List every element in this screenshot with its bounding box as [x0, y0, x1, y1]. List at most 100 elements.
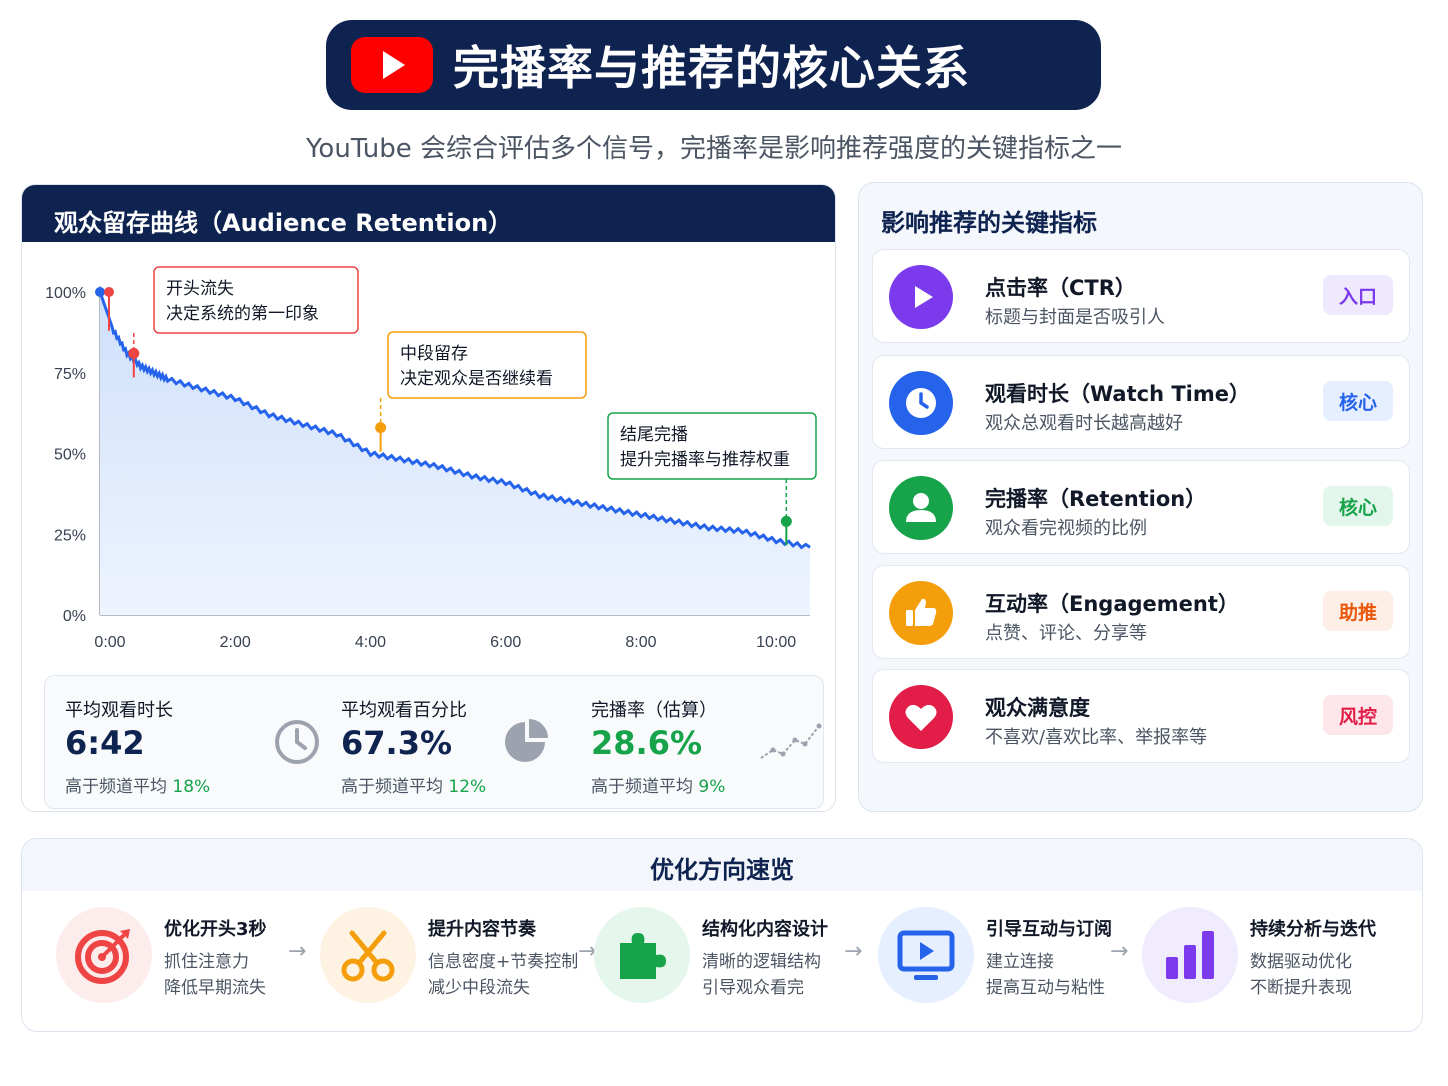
step-line: 清晰的逻辑结构 [702, 952, 821, 972]
metric-title: 点击率（CTR） [985, 276, 1136, 300]
metric-desc: 点赞、评论、分享等 [985, 623, 1147, 644]
stat-value: 67.3% [341, 724, 453, 762]
metric-badge: 助推 [1323, 591, 1393, 631]
y-tick-label: 0% [63, 608, 86, 625]
step-continuous-iteration: 持续分析与迭代 数据驱动优化 不断提升表现 [1142, 907, 1412, 1007]
stat-completion-rate: 完播率（估算） 28.6% 高于频道平均 9% [591, 676, 822, 810]
retention-panel: 观众留存曲线（Audience Retention） 0% 25% 50% 75% 10… [21, 184, 836, 812]
y-tick-label: 100% [45, 285, 86, 302]
step-line: 降低早期流失 [164, 978, 266, 998]
metrics-panel-title: 影响推荐的关键指标 [881, 209, 1097, 237]
stats-box: 平均观看时长 6:42 高于频道平均 18% 平均观看百分比 67.3% 高于频… [44, 675, 824, 809]
step-line: 不断提升表现 [1250, 978, 1352, 998]
stat-note: 高于频道平均 12% [341, 777, 487, 797]
arrow-right-icon: → [844, 939, 863, 964]
callout-desc: 决定观众是否继续看 [400, 369, 553, 388]
callout-box [387, 331, 587, 399]
metric-satisfaction: 观众满意度 不喜欢/喜欢比率、举报率等 风控 [872, 669, 1410, 763]
infographic: 完播率与推荐的核心关系 YouTube 会综合评估多个信号，完播率是影响推荐强度… [0, 0, 1448, 1086]
trend-up-icon [760, 723, 822, 759]
step-line: 信息密度+节奏控制 [428, 952, 579, 972]
bar-chart-icon [1142, 907, 1238, 1003]
metric-ctr: 点击率（CTR） 标题与封面是否吸引人 入口 [872, 249, 1410, 343]
start-point [95, 287, 105, 297]
callout-box [153, 266, 359, 334]
puzzle-icon [594, 907, 690, 1003]
monitor-play-icon [878, 907, 974, 1003]
y-tick-label: 75% [54, 366, 86, 383]
callout-box [607, 412, 817, 480]
metric-title: 互动率（Engagement） [985, 592, 1239, 616]
metric-engagement: 互动率（Engagement） 点赞、评论、分享等 助推 [872, 565, 1410, 659]
x-tick-label: 8:00 [625, 634, 656, 651]
pie-chart-icon [505, 719, 548, 762]
step-title: 结构化内容设计 [702, 919, 828, 940]
optimization-panel: 优化方向速览 优化开头3秒 抓住注意力 降低早期流失 → 提升内容节奏 信息密度… [21, 838, 1423, 1032]
step-line: 建立连接 [986, 952, 1054, 972]
metric-retention: 完播率（Retention） 观众看完视频的比例 核心 [872, 460, 1410, 554]
step-line: 引导观众看完 [702, 978, 804, 998]
stat-note: 高于频道平均 9% [591, 777, 726, 797]
x-tick-label: 10:00 [756, 634, 796, 651]
marker-point [780, 515, 792, 527]
step-title: 引导互动与订阅 [986, 919, 1112, 940]
stat-note: 高于频道平均 18% [65, 777, 211, 797]
x-tick-label: 4:00 [355, 634, 386, 651]
metric-desc: 不喜欢/喜欢比率、举报率等 [985, 727, 1208, 748]
retention-chart: 0% 25% 50% 75% 100% 0:00 2:00 4:00 6:00 8:00 10:00… [45, 266, 817, 651]
step-title: 优化开头3秒 [164, 919, 267, 940]
thumbs-up-icon [889, 581, 953, 645]
callout-desc: 提升完播率与推荐权重 [620, 450, 790, 469]
step-title: 持续分析与迭代 [1250, 919, 1376, 940]
stat-value: 28.6% [591, 724, 703, 762]
step-line: 抓住注意力 [164, 952, 249, 972]
x-tick-label: 2:00 [220, 634, 251, 651]
marker-point [128, 347, 140, 359]
step-line: 减少中段流失 [428, 978, 530, 998]
metric-badge: 入口 [1323, 275, 1393, 315]
step-line: 数据驱动优化 [1250, 952, 1352, 972]
metric-title: 观众满意度 [985, 696, 1090, 720]
metric-desc: 观众总观看时长越高越好 [985, 413, 1183, 434]
step-guide-interaction: 引导互动与订阅 建立连接 提高互动与粘性 [878, 907, 1148, 1007]
x-tick-label: 0:00 [94, 634, 125, 651]
title-banner: 完播率与推荐的核心关系 [326, 20, 1101, 110]
marker-point [375, 422, 387, 434]
x-tick-label: 6:00 [490, 634, 521, 651]
user-icon [889, 476, 953, 540]
step-content-rhythm: 提升内容节奏 信息密度+节奏控制 减少中段流失 [320, 907, 590, 1007]
metric-badge: 核心 [1323, 381, 1393, 421]
stat-avg-percentage: 平均观看百分比 67.3% 高于频道平均 12% [341, 676, 591, 810]
scissors-icon [320, 907, 416, 1003]
arrow-right-icon: → [1110, 939, 1129, 964]
step-line: 提高互动与粘性 [986, 978, 1105, 998]
target-icon [56, 907, 152, 1003]
step-title: 提升内容节奏 [428, 919, 536, 940]
clock-icon [275, 720, 319, 764]
stat-avg-duration: 平均观看时长 6:42 高于频道平均 18% [65, 676, 319, 810]
y-tick-label: 25% [54, 527, 86, 544]
youtube-logo-icon [351, 37, 433, 93]
metric-watch-time: 观看时长（Watch Time） 观众总观看时长越高越好 核心 [872, 355, 1410, 449]
page-subtitle: YouTube 会综合评估多个信号，完播率是影响推荐强度的关键指标之一 [306, 134, 1122, 164]
arrow-right-icon: → [288, 939, 307, 964]
clock-icon [889, 371, 953, 435]
callout-desc: 决定系统的第一印象 [166, 304, 319, 323]
callout-title: 中段留存 [400, 344, 468, 363]
metric-title: 观看时长（Watch Time） [985, 382, 1250, 406]
metrics-panel: 影响推荐的关键指标 点击率（CTR） 标题与封面是否吸引人 入口 观看时长（Wa… [858, 182, 1423, 812]
metric-desc: 观众看完视频的比例 [985, 518, 1147, 539]
stat-label: 平均观看百分比 [341, 700, 467, 721]
stat-value: 6:42 [65, 724, 145, 762]
callout-title: 开头流失 [166, 279, 234, 298]
metric-badge: 风控 [1323, 695, 1393, 735]
metric-badge: 核心 [1323, 486, 1393, 526]
play-icon [889, 265, 953, 329]
metric-desc: 标题与封面是否吸引人 [985, 307, 1165, 328]
heart-icon [889, 685, 953, 749]
retention-panel-title: 观众留存曲线（Audience Retention） [22, 185, 835, 242]
optimization-title: 优化方向速览 [22, 839, 1422, 891]
stat-label: 完播率（估算） [591, 700, 717, 721]
stat-label: 平均观看时长 [65, 700, 173, 721]
page-title: 完播率与推荐的核心关系 [453, 41, 970, 95]
